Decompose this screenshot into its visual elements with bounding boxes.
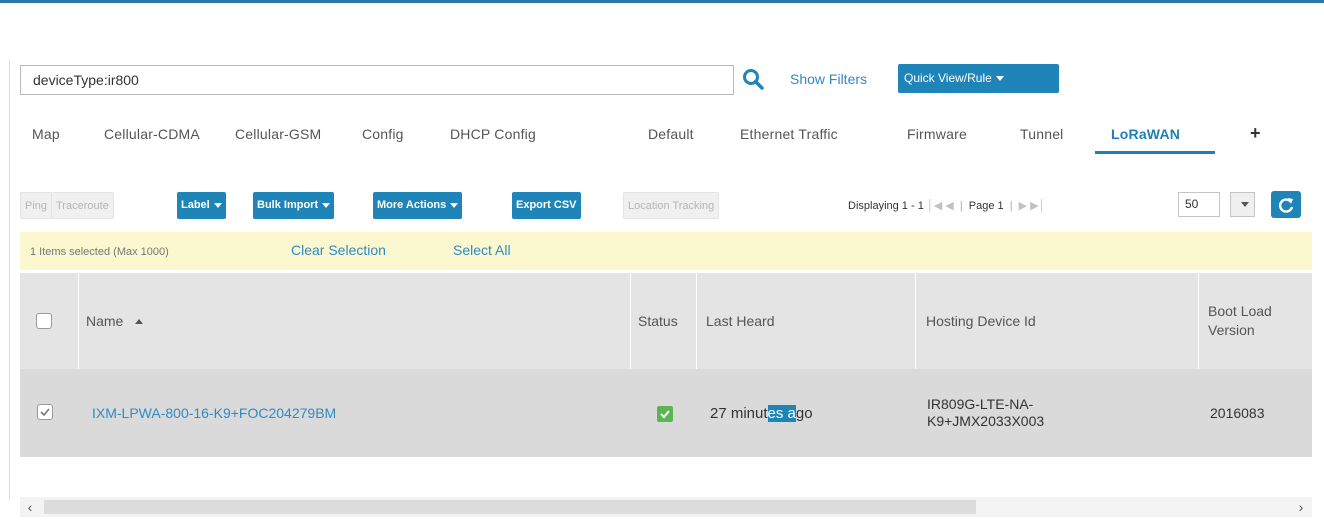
column-header-status[interactable]: Status (638, 273, 678, 369)
displaying-count: Displaying 1 - 1 (848, 200, 924, 212)
left-border (9, 60, 10, 500)
checkbox-checked (37, 404, 53, 420)
boot-loader-header-line1: Boot Load (1208, 303, 1272, 319)
hosting-device-line1: IR809G-LTE-NA- (927, 396, 1034, 412)
tab-firmware[interactable]: Firmware (907, 126, 967, 142)
boot-loader-header-line2: Version (1208, 322, 1255, 338)
checkbox (36, 313, 52, 329)
tab-cellular-cdma[interactable]: Cellular-CDMA (104, 126, 200, 142)
next-page-icon[interactable]: ▶ (1019, 200, 1027, 212)
tab-tunnel[interactable]: Tunnel (1020, 126, 1064, 142)
column-divider (78, 273, 79, 369)
search-button[interactable] (735, 62, 771, 96)
last-heard-text: 27 minut (710, 405, 768, 422)
tab-default[interactable]: Default (648, 126, 694, 142)
table-header: Name Status Last Heard Hosting Device Id… (20, 273, 1312, 369)
table-row[interactable]: IXM-LPWA-800-16-K9+FOC204279BM 27 minute… (20, 369, 1312, 457)
page-size-dropdown-button[interactable] (1230, 192, 1255, 217)
tab-lorawan[interactable]: LoRaWAN (1111, 126, 1180, 142)
quick-view-rule-button[interactable]: Quick View/Rule (898, 64, 1059, 93)
column-divider (696, 273, 697, 369)
tab-config[interactable]: Config (362, 126, 404, 142)
more-actions-button[interactable]: More Actions (373, 192, 463, 219)
scrollbar-thumb[interactable] (44, 500, 976, 514)
export-csv-button[interactable]: Export CSV (512, 192, 581, 219)
search-input[interactable]: deviceType:ir800 (20, 65, 734, 95)
last-page-icon[interactable]: ▶│ (1030, 200, 1045, 212)
hosting-device-line2: K9+JMX2033X003 (927, 413, 1045, 429)
refresh-icon (1279, 197, 1294, 213)
scroll-right-icon[interactable]: › (1293, 497, 1309, 517)
column-header-last-heard[interactable]: Last Heard (706, 273, 774, 369)
device-name-link[interactable]: IXM-LPWA-800-16-K9+FOC204279BM (92, 405, 336, 421)
label-button-label: Label (181, 199, 210, 211)
page-size-select[interactable]: 50 (1178, 192, 1220, 217)
clear-selection-link[interactable]: Clear Selection (291, 242, 386, 258)
refresh-button[interactable] (1271, 191, 1301, 218)
chevron-down-icon (322, 202, 331, 208)
chevron-down-icon (450, 202, 459, 208)
chevron-down-icon (1240, 202, 1249, 207)
active-tab-indicator (1095, 151, 1215, 154)
page-indicator: Page 1 (968, 200, 1004, 212)
row-checkbox[interactable] (37, 404, 53, 420)
pagination-divider: | (1009, 200, 1013, 212)
first-page-icon[interactable]: │◀ (927, 200, 942, 212)
column-divider (1198, 273, 1199, 369)
traceroute-button[interactable]: Traceroute (51, 192, 114, 219)
last-heard-text-end: go (795, 405, 813, 422)
scroll-left-icon[interactable]: ‹ (22, 497, 38, 517)
sort-ascending-icon (135, 318, 144, 324)
tab-dhcp-config[interactable]: DHCP Config (450, 126, 536, 142)
column-header-hosting-device-id[interactable]: Hosting Device Id (926, 273, 1036, 369)
text-selection-highlight: es a (767, 405, 796, 422)
boot-loader-cell: 2016083 (1210, 405, 1265, 421)
status-cell (657, 406, 673, 422)
search-icon (743, 69, 764, 90)
column-divider (915, 273, 916, 369)
location-tracking-button[interactable]: Location Tracking (623, 192, 720, 219)
label-button[interactable]: Label (177, 192, 226, 219)
top-border (0, 0, 1324, 3)
bulk-import-label: Bulk Import (257, 199, 319, 211)
status-ok-icon (657, 406, 673, 422)
check-icon (40, 408, 50, 417)
column-header-name[interactable]: Name (86, 273, 144, 369)
tab-cellular-gsm[interactable]: Cellular-GSM (235, 126, 321, 142)
bulk-import-button[interactable]: Bulk Import (253, 192, 335, 219)
select-all-link[interactable]: Select All (453, 242, 511, 258)
show-filters-link[interactable]: Show Filters (790, 71, 867, 87)
tab-map[interactable]: Map (32, 126, 60, 142)
column-divider (630, 273, 631, 369)
pagination: Displaying 1 - 1 │◀ ◀ | Page 1 | ▶ ▶│ (848, 199, 1045, 212)
chevron-down-icon (213, 202, 222, 208)
quick-view-label: Quick View/Rule (904, 71, 992, 85)
last-heard-cell: 27 minutes ago (710, 405, 813, 422)
ping-button[interactable]: Ping (20, 192, 53, 219)
tab-ethernet-traffic[interactable]: Ethernet Traffic (740, 126, 838, 142)
selection-count: 1 Items selected (Max 1000) (30, 246, 169, 258)
column-header-boot-loader-version[interactable]: Boot Load Version (1208, 273, 1312, 369)
chevron-down-icon (995, 76, 1004, 82)
hosting-device-cell: IR809G-LTE-NA- K9+JMX2033X003 (927, 396, 1044, 430)
pagination-divider: | (959, 200, 963, 212)
selection-bar: 1 Items selected (Max 1000) Clear Select… (20, 232, 1312, 270)
select-all-checkbox[interactable] (36, 273, 52, 369)
prev-page-icon[interactable]: ◀ (945, 200, 953, 212)
more-actions-label: More Actions (377, 199, 447, 211)
add-tab-button[interactable]: + (1250, 123, 1261, 144)
column-name-label: Name (86, 313, 124, 329)
